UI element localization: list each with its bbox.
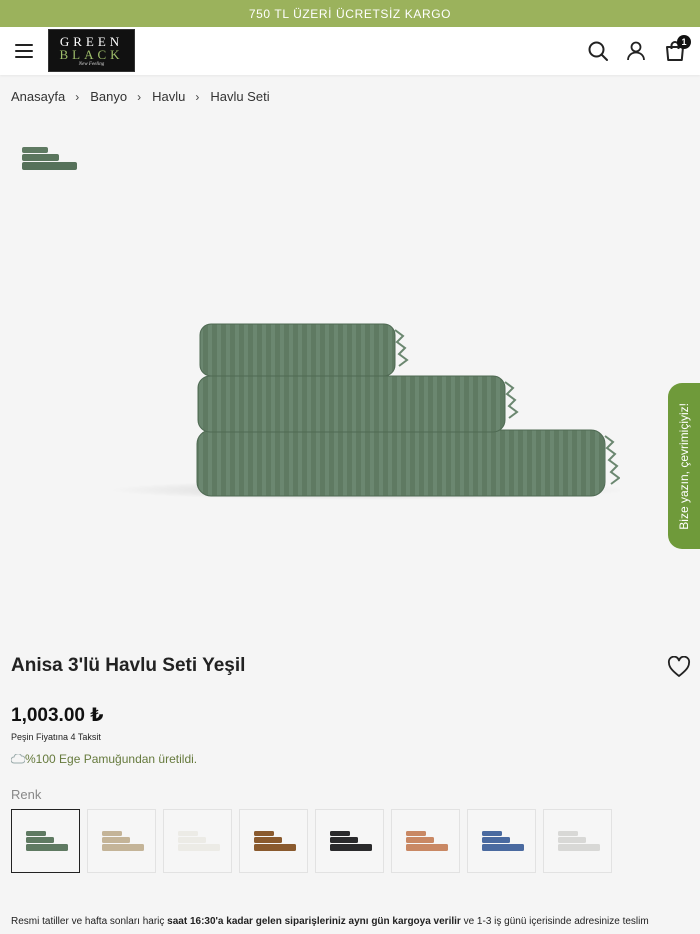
towel-swatch-icon [25, 831, 68, 851]
color-swatch[interactable] [543, 809, 612, 873]
towel-swatch-icon [253, 831, 296, 851]
promo-bar: 750 TL ÜZERİ ÜCRETSİZ KARGO [0, 0, 700, 27]
towel-swatch-icon [405, 831, 448, 851]
towel-swatch-icon [557, 831, 600, 851]
color-swatch[interactable] [163, 809, 232, 873]
material-note: %100 Ege Pamuğundan üretildi. [11, 752, 197, 766]
search-icon[interactable] [586, 39, 610, 63]
towel-swatch-icon [481, 831, 524, 851]
product-price: 1,003.00 ₺ [11, 705, 104, 726]
delivery-text-1: Resmi tatiller ve hafta sonları hariç [11, 916, 168, 927]
cart-count-badge: 1 [677, 35, 691, 49]
site-header: GREEN BLACK New Feeling 1 [0, 27, 700, 75]
product-title: Anisa 3'lü Havlu Seti Yeşil [11, 655, 246, 676]
logo-line-2: BLACK [59, 46, 124, 62]
brand-logo[interactable]: GREEN BLACK New Feeling [48, 29, 135, 72]
chevron-right-icon: › [137, 89, 142, 104]
user-account-icon[interactable] [624, 39, 648, 63]
cart-icon[interactable]: 1 [663, 35, 691, 63]
product-thumbnail[interactable] [11, 142, 79, 174]
live-chat-button[interactable]: Bize yazın, çevrimiçiyiz! [668, 383, 700, 549]
color-swatch[interactable] [391, 809, 460, 873]
delivery-info: Resmi tatiller ve hafta sonları hariç sa… [11, 916, 649, 927]
breadcrumb-havlu-seti[interactable]: Havlu Seti [210, 89, 269, 104]
promo-text: 750 TL ÜZERİ ÜCRETSİZ KARGO [248, 6, 452, 21]
towel-swatch-icon [177, 831, 220, 851]
breadcrumb-home[interactable]: Anasayfa [11, 89, 65, 104]
breadcrumb-banyo[interactable]: Banyo [90, 89, 127, 104]
breadcrumb: Anasayfa › Banyo › Havlu › Havlu Seti [11, 89, 270, 104]
product-main-image[interactable] [100, 300, 630, 510]
chevron-right-icon: › [75, 89, 80, 104]
chevron-right-icon: › [195, 89, 200, 104]
cloud-icon [11, 754, 25, 764]
chat-label: Bize yazın, çevrimiçiyiz! [677, 402, 691, 530]
delivery-text-3: ve 1-3 iş günü içerisinde adresinize tes… [460, 916, 649, 927]
heart-icon[interactable] [667, 655, 691, 678]
delivery-text-2: saat 16:30'a kadar gelen siparişleriniz … [167, 916, 461, 927]
color-swatch[interactable] [315, 809, 384, 873]
towel-swatch-icon [329, 831, 372, 851]
color-label: Renk [11, 787, 42, 802]
logo-tagline: New Feeling [78, 61, 105, 67]
hamburger-menu-icon[interactable] [12, 40, 36, 62]
material-note-text: %100 Ege Pamuğundan üretildi. [25, 752, 198, 766]
color-swatch[interactable] [467, 809, 536, 873]
color-swatches [11, 809, 619, 873]
installment-note: Peşin Fiyatına 4 Taksit [11, 732, 101, 742]
towel-swatch-icon [101, 831, 144, 851]
color-swatch[interactable] [11, 809, 80, 873]
color-swatch[interactable] [239, 809, 308, 873]
logo-line-1: GREEN [59, 33, 124, 49]
breadcrumb-havlu[interactable]: Havlu [152, 89, 185, 104]
color-swatch[interactable] [87, 809, 156, 873]
